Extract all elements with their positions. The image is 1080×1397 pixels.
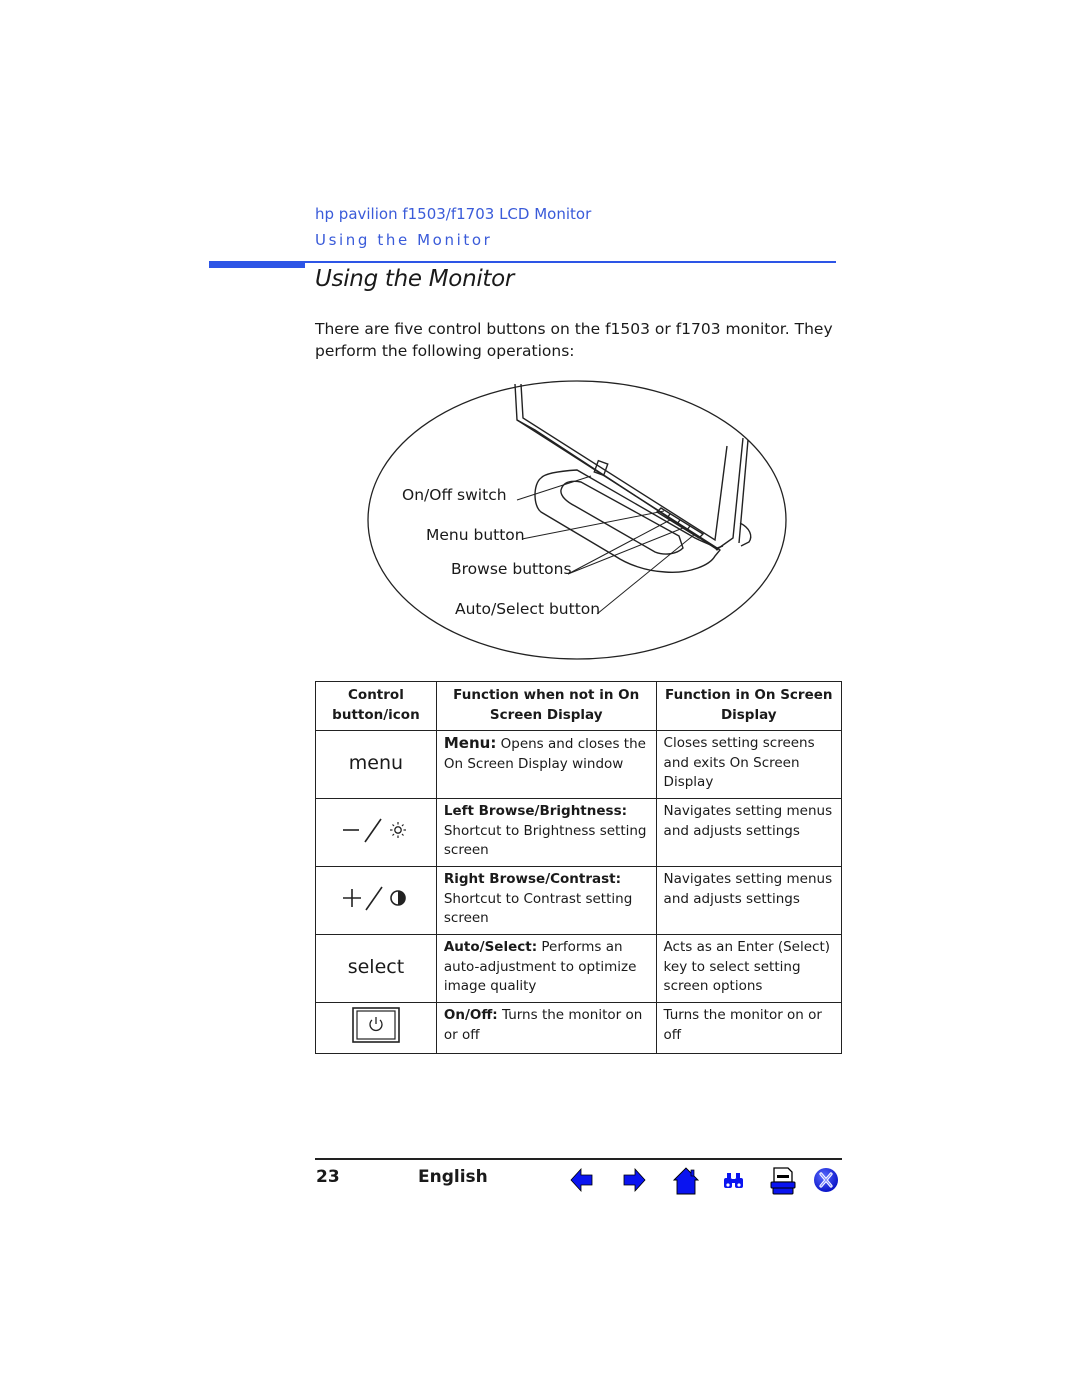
leader-lines bbox=[516, 475, 696, 615]
print-icon bbox=[770, 1167, 796, 1195]
osd-function-cell: Acts as an Enter (Select) key to select … bbox=[655, 934, 843, 1003]
control-buttons-table: Control button/icon Function when not in… bbox=[315, 681, 843, 1054]
next-page-icon bbox=[623, 1167, 646, 1193]
function-name: Auto/Select: bbox=[443, 939, 538, 955]
function-cell: On/Off: Turns the monitor on or off bbox=[435, 1002, 657, 1054]
label-on-off-switch: On/Off switch bbox=[402, 486, 507, 504]
print-button[interactable] bbox=[768, 1166, 796, 1195]
page-number: 23 bbox=[316, 1167, 340, 1187]
table-row: select Auto/Select: Performs an auto-adj… bbox=[315, 934, 843, 1003]
table-row: menu Menu: Opens and closes the On Scree… bbox=[315, 730, 843, 799]
exit-button[interactable] bbox=[813, 1166, 839, 1194]
next-page-button[interactable] bbox=[621, 1166, 647, 1194]
document-header-product: hp pavilion f1503/f1703 LCD Monitor bbox=[315, 205, 592, 223]
home-icon bbox=[672, 1167, 700, 1195]
column-header-control: Control button/icon bbox=[315, 681, 437, 731]
exit-icon bbox=[814, 1168, 838, 1192]
header-rule bbox=[305, 261, 836, 263]
monitor-outline bbox=[514, 383, 752, 573]
function-cell: Menu: Opens and closes the On Screen Dis… bbox=[435, 730, 657, 799]
monitor-illustration bbox=[367, 380, 787, 660]
function-name: Left Browse/Brightness: bbox=[443, 803, 627, 819]
function-name: On/Off: bbox=[443, 1007, 498, 1023]
control-cell: select bbox=[315, 934, 437, 1003]
label-auto-select-button: Auto/Select button bbox=[455, 600, 601, 618]
function-desc: Shortcut to Contrast setting screen bbox=[443, 890, 633, 927]
control-cell bbox=[315, 866, 437, 935]
function-cell: Right Browse/Contrast: Shortcut to Contra… bbox=[435, 866, 657, 935]
home-button[interactable] bbox=[672, 1166, 700, 1195]
control-cell bbox=[315, 798, 437, 867]
previous-page-button[interactable] bbox=[569, 1166, 595, 1194]
control-cell bbox=[315, 1002, 437, 1054]
select-button-label: select bbox=[347, 956, 405, 979]
power-button-icon bbox=[352, 1007, 400, 1043]
footer-rule bbox=[315, 1158, 842, 1160]
control-cell: menu bbox=[315, 730, 437, 799]
page-title: Using the Monitor bbox=[315, 266, 515, 292]
intro-paragraph: There are five control buttons on the f1… bbox=[315, 320, 833, 360]
label-browse-buttons: Browse buttons bbox=[451, 560, 572, 578]
menu-button-label: menu bbox=[348, 752, 404, 775]
table-row: Right Browse/Contrast: Shortcut to Contra… bbox=[315, 866, 843, 935]
function-desc: Shortcut to Brightness setting screen bbox=[443, 822, 647, 859]
search-button[interactable] bbox=[721, 1166, 747, 1194]
search-binoculars-icon bbox=[724, 1173, 743, 1188]
osd-function-cell: Turns the monitor on or off bbox=[655, 1002, 843, 1054]
section-marker-bar bbox=[209, 261, 305, 268]
previous-page-icon bbox=[570, 1167, 593, 1193]
function-cell: Auto/Select: Performs an auto-adjustment… bbox=[435, 934, 657, 1003]
column-header-not-in-osd: Function when not in On Screen Display bbox=[435, 681, 657, 731]
language-label: English bbox=[418, 1167, 488, 1187]
column-header-in-osd: Function in On Screen Display bbox=[655, 681, 843, 731]
osd-function-cell: Navigates setting menus and adjusts sett… bbox=[655, 866, 843, 935]
osd-function-cell: Closes setting screens and exits On Scre… bbox=[655, 730, 843, 799]
label-menu-button: Menu button bbox=[426, 526, 525, 544]
table-header-row: Control button/icon Function when not in… bbox=[315, 681, 843, 731]
table-row: On/Off: Turns the monitor on or off Turn… bbox=[315, 1002, 843, 1054]
osd-function-cell: Navigates setting menus and adjusts sett… bbox=[655, 798, 843, 867]
monitor-controls-diagram: On/Off switch Menu button Browse buttons… bbox=[365, 378, 795, 666]
document-header-section: Using the Monitor bbox=[315, 231, 493, 249]
table-row: Left Browse/Brightness: Shortcut to Brigh… bbox=[315, 798, 843, 867]
function-name: Menu: bbox=[443, 734, 497, 752]
plus-slash-contrast-icon bbox=[342, 886, 406, 911]
function-cell: Left Browse/Brightness: Shortcut to Brigh… bbox=[435, 798, 657, 867]
minus-slash-brightness-icon bbox=[342, 818, 406, 843]
function-name: Right Browse/Contrast: bbox=[443, 871, 622, 887]
